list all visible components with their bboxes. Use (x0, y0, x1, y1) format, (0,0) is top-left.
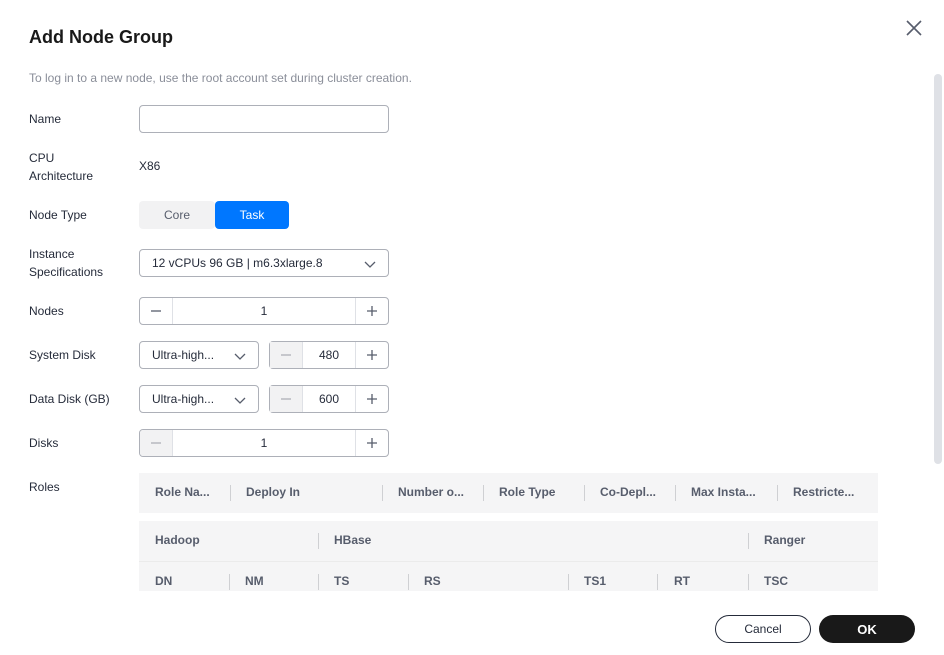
instance-spec-value: 12 vCPUs 96 GB | m6.3xlarge.8 (152, 256, 323, 270)
name-label: Name (29, 112, 62, 126)
chevron-down-icon (364, 261, 376, 268)
column-separator (382, 485, 383, 501)
group-ranger: Ranger (764, 533, 806, 547)
column-separator (483, 485, 484, 501)
column-separator (657, 574, 658, 590)
node-type-label: Node Type (29, 208, 87, 222)
column-header-max-instances[interactable]: Max Insta... (691, 485, 756, 499)
data-disk-type-select[interactable]: Ultra-high... (139, 385, 259, 413)
cpu-architecture-label-line1: CPU (29, 151, 55, 165)
data-disk-label: Data Disk (GB) (29, 392, 110, 406)
nodes-increment-button[interactable] (356, 298, 388, 324)
column-separator (408, 574, 409, 590)
instance-spec-label: Instance Specifications (29, 245, 124, 281)
data-disk-size-stepper: 600 (269, 385, 389, 413)
nodes-value[interactable]: 1 (172, 298, 356, 324)
column-header-restricted[interactable]: Restricte... (793, 485, 854, 499)
role-rt: RT (674, 574, 690, 588)
roles-group-row: Hadoop HBase Ranger (139, 521, 878, 561)
ok-button[interactable]: OK (819, 615, 915, 643)
node-type-toggle: Core Task (139, 201, 289, 229)
chevron-down-icon (234, 353, 246, 360)
roles-table-header: Role Na... Deploy In Number o... Role Ty… (139, 473, 878, 513)
cpu-architecture-label: CPU Architecture (29, 149, 124, 185)
column-header-role-name[interactable]: Role Na... (155, 485, 210, 499)
nodes-stepper: 1 (139, 297, 389, 325)
instance-spec-label-line2: Specifications (29, 265, 104, 279)
role-dn: DN (155, 574, 173, 588)
nodes-decrement-button[interactable] (140, 298, 172, 324)
cpu-architecture-label-line2: Architecture (29, 169, 94, 183)
data-disk-type-value: Ultra-high... (152, 392, 215, 406)
disks-label: Disks (29, 436, 59, 450)
plus-icon (367, 438, 377, 448)
disks-value[interactable]: 1 (172, 430, 356, 456)
close-icon[interactable] (903, 17, 925, 39)
column-separator (777, 485, 778, 501)
node-type-core-button[interactable]: Core (139, 201, 215, 229)
column-separator (584, 485, 585, 501)
column-header-deploy-in[interactable]: Deploy In (246, 485, 300, 499)
dialog-scrollbar[interactable] (934, 74, 942, 464)
roles-label: Roles (29, 480, 60, 494)
role-tsc: TSC (764, 574, 788, 588)
name-input[interactable] (139, 105, 389, 133)
system-disk-label: System Disk (29, 348, 96, 362)
cpu-architecture-value: X86 (139, 159, 161, 173)
column-separator (748, 533, 749, 549)
roles-table: Role Na... Deploy In Number o... Role Ty… (139, 473, 878, 591)
column-separator (230, 485, 231, 501)
nodes-label: Nodes (29, 304, 64, 318)
plus-icon (367, 306, 377, 316)
group-hbase: HBase (334, 533, 372, 547)
minus-icon (151, 310, 161, 312)
login-hint: To log in to a new node, use the root ac… (29, 71, 412, 85)
data-disk-decrement-button[interactable] (270, 386, 302, 412)
column-header-co-deploy[interactable]: Co-Depl... (600, 485, 656, 499)
chevron-down-icon (234, 397, 246, 404)
disks-stepper: 1 (139, 429, 389, 457)
column-separator (748, 574, 749, 590)
role-rs: RS (424, 574, 441, 588)
column-separator (229, 574, 230, 590)
column-separator (568, 574, 569, 590)
column-separator (318, 533, 319, 549)
role-nm: NM (245, 574, 264, 588)
system-disk-type-value: Ultra-high... (152, 348, 215, 362)
cancel-button[interactable]: Cancel (715, 615, 811, 643)
system-disk-type-select[interactable]: Ultra-high... (139, 341, 259, 369)
column-separator (675, 485, 676, 501)
instance-spec-label-line1: Instance (29, 247, 75, 261)
column-header-number-of[interactable]: Number o... (398, 485, 464, 499)
minus-icon (281, 354, 291, 356)
group-hadoop: Hadoop (155, 533, 200, 547)
minus-icon (151, 442, 161, 444)
plus-icon (367, 350, 377, 360)
plus-icon (367, 394, 377, 404)
node-type-task-button[interactable]: Task (215, 201, 289, 229)
dialog-title: Add Node Group (29, 27, 173, 47)
role-ts: TS (334, 574, 350, 588)
roles-subheader-row: DN NM TS RS TS1 RT TSC (139, 561, 878, 591)
disks-decrement-button[interactable] (140, 430, 172, 456)
minus-icon (281, 398, 291, 400)
system-disk-decrement-button[interactable] (270, 342, 302, 368)
instance-spec-select[interactable]: 12 vCPUs 96 GB | m6.3xlarge.8 (139, 249, 389, 277)
column-separator (318, 574, 319, 590)
system-disk-size-value[interactable]: 480 (302, 342, 356, 368)
role-ts1: TS1 (584, 574, 607, 588)
data-disk-size-value[interactable]: 600 (302, 386, 356, 412)
disks-increment-button[interactable] (356, 430, 388, 456)
add-node-group-dialog: Add Node Group To log in to a new node, … (0, 0, 944, 655)
data-disk-increment-button[interactable] (356, 386, 388, 412)
system-disk-size-stepper: 480 (269, 341, 389, 369)
column-header-role-type[interactable]: Role Type (499, 485, 555, 499)
system-disk-increment-button[interactable] (356, 342, 388, 368)
